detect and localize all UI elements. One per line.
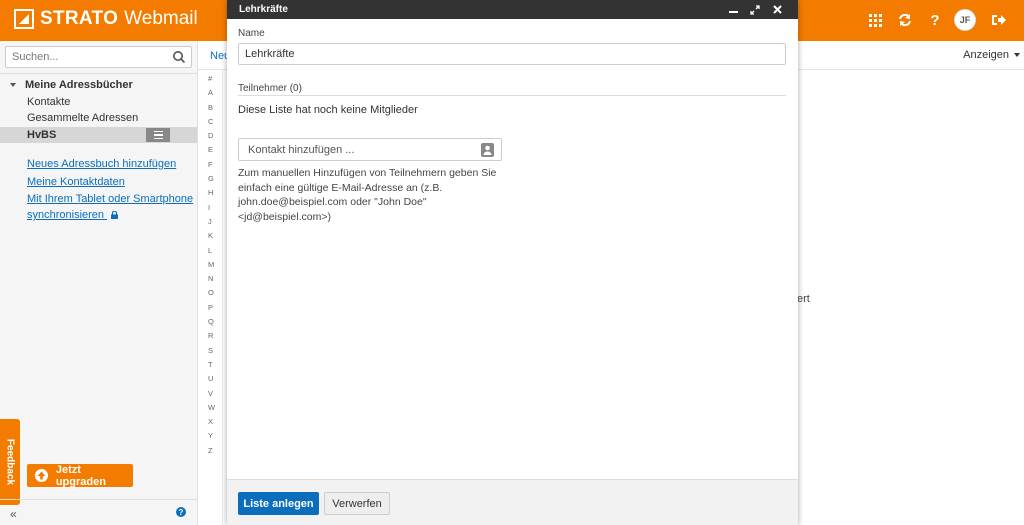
feedback-label: Feedback [4, 438, 16, 486]
dialog-title-bar[interactable]: Lehrkräfte [227, 0, 798, 19]
alphabet-letter[interactable]: R [208, 329, 222, 343]
sidebar-footer: « ? [0, 499, 198, 525]
alphabet-letter[interactable]: O [208, 286, 222, 300]
help-icon[interactable]: ? [922, 7, 948, 33]
alphabet-letter[interactable]: W [208, 401, 222, 415]
add-contact-help-text: Zum manuellen Hinzufügen von Teilnehmern… [238, 167, 497, 223]
dialog-footer: Liste anlegen Verwerfen [227, 479, 798, 525]
alphabet-letter[interactable]: E [208, 143, 222, 157]
add-contact-input[interactable] [248, 140, 468, 159]
grid-icon[interactable] [862, 7, 888, 33]
alphabet-letter[interactable]: Q [208, 315, 222, 329]
search-input[interactable] [12, 47, 162, 67]
alphabet-letter[interactable]: S [208, 344, 222, 358]
view-dropdown[interactable]: Anzeigen [963, 49, 1020, 61]
list-name-input[interactable] [238, 43, 786, 65]
alphabet-letter[interactable]: G [208, 172, 222, 186]
upgrade-label: Jetzt upgraden [55, 463, 106, 488]
name-label: Name [238, 28, 265, 39]
arrow-up-icon [35, 469, 48, 482]
view-dropdown-label: Anzeigen [963, 49, 1009, 61]
strato-logo[interactable]: STRATO Webmail [14, 8, 198, 30]
maximize-icon[interactable] [744, 2, 766, 17]
sync-device-link[interactable]: Mit Ihrem Tablet oder Smartphone [27, 193, 193, 205]
collapse-sidebar-icon[interactable]: « [10, 507, 17, 521]
alphabet-letter[interactable]: L [208, 244, 222, 258]
alphabet-letter[interactable]: F [208, 158, 222, 172]
sync-label: synchronisieren [27, 209, 105, 221]
members-label: Teilnehmer (0) [238, 83, 302, 94]
brand-product: Webmail [124, 8, 198, 29]
chevron-down-icon [1014, 53, 1020, 57]
alphabet-letter[interactable]: C [208, 115, 222, 129]
avatar[interactable]: JF [954, 9, 976, 31]
create-list-dialog: Lehrkräfte Name Teilnehmer (0) Diese Lis… [227, 0, 798, 525]
hamburger-menu-icon[interactable] [146, 128, 170, 142]
alphabet-letter[interactable]: K [208, 229, 222, 243]
alphabet-letter[interactable]: P [208, 301, 222, 315]
close-icon[interactable] [766, 2, 788, 17]
brand-name: STRATO [40, 8, 119, 29]
alphabet-letter[interactable]: M [208, 258, 222, 272]
alphabet-letter[interactable]: H [208, 186, 222, 200]
alphabet-letter[interactable]: X [208, 415, 222, 429]
discard-button[interactable]: Verwerfen [324, 492, 390, 515]
alphabet-letter[interactable]: # [208, 72, 222, 86]
search-box [5, 46, 192, 68]
my-contact-data-link[interactable]: Meine Kontaktdaten [27, 176, 125, 188]
detail-empty-text: ert [797, 293, 810, 305]
refresh-icon[interactable] [892, 7, 918, 33]
divider [222, 70, 223, 525]
addressbook-icon[interactable] [481, 143, 494, 157]
add-addressbook-link[interactable]: Neues Adressbuch hinzufügen [27, 158, 176, 170]
alphabet-letter[interactable]: B [208, 101, 222, 115]
alphabet-letter[interactable]: Z [208, 444, 222, 458]
alphabet-letter[interactable]: U [208, 372, 222, 386]
divider [0, 73, 198, 74]
feedback-tab[interactable]: Feedback [0, 419, 20, 505]
divider [238, 95, 786, 96]
addressbooks-heading[interactable]: Meine Adressbücher [10, 79, 133, 91]
sync-device-link-cont[interactable]: synchronisieren [27, 209, 119, 222]
upgrade-button[interactable]: Jetzt upgraden [27, 463, 133, 488]
lock-icon [111, 210, 119, 222]
sidebar-item-hvbs[interactable]: HvBS [0, 127, 197, 143]
logout-icon[interactable] [986, 7, 1012, 33]
add-contact-box [238, 138, 502, 161]
minimize-icon[interactable] [722, 2, 744, 17]
dialog-title: Lehrkräfte [239, 4, 288, 15]
alphabet-letter[interactable]: T [208, 358, 222, 372]
help-icon[interactable]: ? [176, 507, 186, 517]
sidebar-item-label: HvBS [27, 129, 57, 141]
alphabet-index: # A B C D E F G H I J K L M N O P Q R S T U V W X Y Z [208, 72, 222, 458]
addressbooks-heading-label: Meine Adressbücher [25, 79, 133, 91]
sidebar-item-kontakte[interactable]: Kontakte [27, 96, 70, 108]
search-icon[interactable] [172, 50, 186, 64]
members-empty-text: Diese Liste hat noch keine Mitglieder [238, 104, 418, 116]
alphabet-letter[interactable]: A [208, 86, 222, 100]
caret-down-icon[interactable] [10, 83, 16, 87]
sidebar: Meine Adressbücher Kontakte Gesammelte A… [0, 41, 198, 525]
alphabet-letter[interactable]: N [208, 272, 222, 286]
strato-logo-icon [14, 9, 34, 29]
alphabet-letter[interactable]: J [208, 215, 222, 229]
alphabet-letter[interactable]: Y [208, 429, 222, 443]
alphabet-letter[interactable]: V [208, 387, 222, 401]
alphabet-letter[interactable]: D [208, 129, 222, 143]
sidebar-item-gesammelte-adressen[interactable]: Gesammelte Adressen [27, 112, 138, 124]
alphabet-letter[interactable]: I [208, 201, 222, 215]
create-list-button[interactable]: Liste anlegen [238, 492, 319, 515]
